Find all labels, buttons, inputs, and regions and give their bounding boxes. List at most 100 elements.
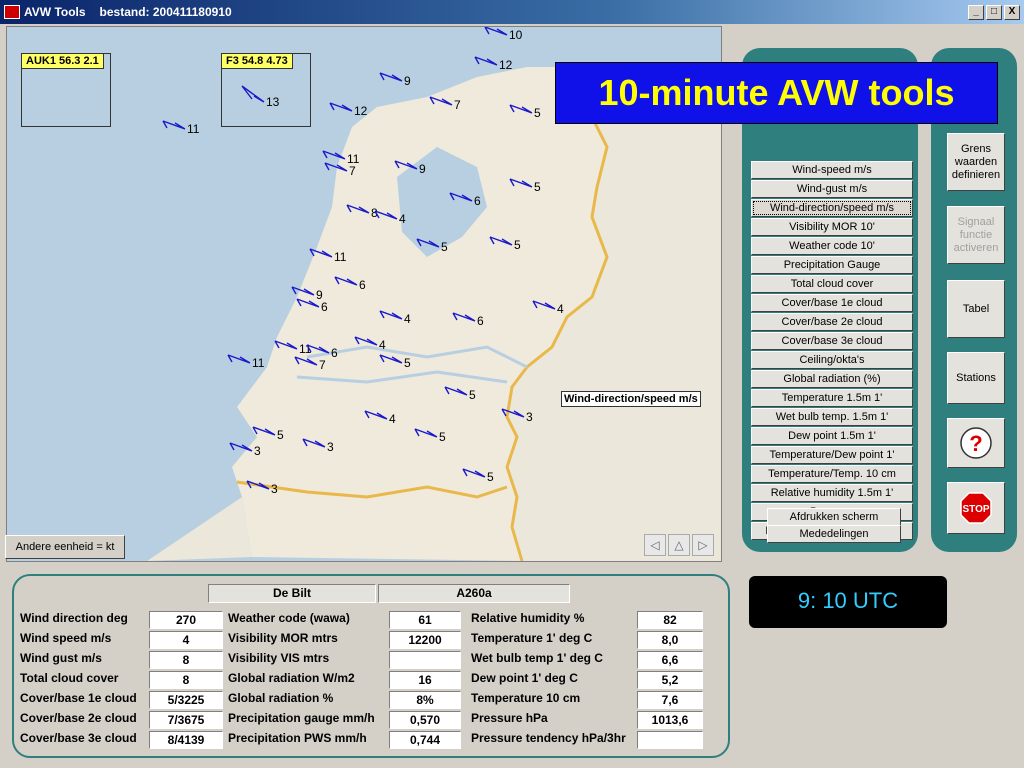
reading-value: 7/3675	[149, 711, 223, 729]
wind-speed-label: 3	[254, 444, 261, 458]
wind-speed-label: 5	[534, 106, 541, 120]
reading-label: Wind gust m/s	[20, 651, 102, 665]
reading-value: 0,570	[389, 711, 461, 729]
wind-speed-label: 9	[404, 74, 411, 88]
wind-speed-label: 10	[509, 28, 523, 42]
wind-speed-label: 6	[321, 300, 328, 314]
stop-button[interactable]: STOP	[947, 482, 1005, 534]
reading-label: Pressure tendency hPa/3hr	[471, 731, 626, 745]
nav-right-button[interactable]: ▷	[692, 534, 714, 556]
parameter-option[interactable]: Visibility MOR 10'	[751, 218, 913, 236]
inset-arrow: 13	[241, 85, 280, 109]
close-button[interactable]: X	[1004, 5, 1020, 20]
parameter-option[interactable]: Cover/base 3e cloud	[751, 332, 913, 350]
wind-speed-label: 4	[399, 212, 406, 226]
wind-speed-label: 6	[474, 194, 481, 208]
reading-label: Precipitation gauge mm/h	[228, 711, 375, 725]
app-title: AVW Tools	[24, 5, 86, 19]
parameter-option[interactable]: Wet bulb temp. 1.5m 1'	[751, 408, 913, 426]
wind-speed-label: 6	[331, 346, 338, 360]
parameter-list: Wind-speed m/s Wind-gust m/s Wind-directio…	[751, 161, 913, 541]
reading-label: Precipitation PWS mm/h	[228, 731, 367, 745]
map-parameter-label: Wind-direction/speed m/s	[561, 391, 701, 407]
wind-speed-label: 11	[334, 250, 347, 264]
map-nav: ◁ △ ▷	[644, 534, 714, 556]
stations-button[interactable]: Stations	[947, 352, 1005, 404]
wind-speed-label: 4	[379, 338, 386, 352]
parameter-option[interactable]: Precipitation Gauge	[751, 256, 913, 274]
stop-icon: STOP	[960, 492, 992, 524]
wind-speed-label: 7	[349, 164, 356, 178]
wind-speed-label: 5	[441, 240, 448, 254]
wind-speed-label: 8	[371, 206, 378, 220]
maximize-button[interactable]: □	[986, 5, 1002, 20]
parameter-option[interactable]: Relative humidity 1.5m 1'	[751, 484, 913, 502]
station-inset-f3: F3 54.8 4.73 13	[221, 53, 311, 127]
parameter-option[interactable]: Global radiation (%)	[751, 370, 913, 388]
nav-left-button[interactable]: ◁	[644, 534, 666, 556]
wind-arrow: 10	[484, 27, 523, 42]
minimize-button[interactable]: _	[968, 5, 984, 20]
reading-label: Wet bulb temp 1' deg C	[471, 651, 603, 665]
wind-speed-label: 5	[439, 430, 446, 444]
wind-arrow: 9	[379, 72, 411, 88]
parameter-option[interactable]: Cover/base 1e cloud	[751, 294, 913, 312]
wind-speed-label: 4	[557, 302, 564, 316]
help-button[interactable]: ?	[947, 418, 1005, 468]
reading-label: Weather code (wawa)	[228, 611, 350, 625]
reading-label: Temperature 10 cm	[471, 691, 581, 705]
wind-arrow: 11	[227, 354, 265, 370]
parameter-option[interactable]: Wind-speed m/s	[751, 161, 913, 179]
station-inset-auk1: AUK1 56.3 2.1	[21, 53, 111, 127]
parameter-option[interactable]: Dew point 1.5m 1'	[751, 427, 913, 445]
wind-speed-label: 5	[277, 428, 284, 442]
reading-value	[637, 731, 703, 749]
wind-speed-label: 11	[187, 122, 200, 136]
parameter-option[interactable]: Temperature/Temp. 10 cm	[751, 465, 913, 483]
signal-function-button[interactable]: Signaal functie activeren	[947, 206, 1005, 264]
parameter-option[interactable]: Total cloud cover	[751, 275, 913, 293]
parameter-option[interactable]: Ceiling/okta's	[751, 351, 913, 369]
reading-label: Visibility VIS mtrs	[228, 651, 330, 665]
reading-value: 12200	[389, 631, 461, 649]
wind-speed-label: 4	[389, 412, 396, 426]
define-limits-button[interactable]: Grens waarden definieren	[947, 133, 1005, 191]
nav-up-button[interactable]: △	[668, 534, 690, 556]
reading-label: Dew point 1' deg C	[471, 671, 578, 685]
wind-speed-label: 3	[271, 482, 278, 496]
reading-value: 1013,6	[637, 711, 703, 729]
reading-label: Visibility MOR mtrs	[228, 631, 338, 645]
reading-value: 8	[149, 651, 223, 669]
land-belgium-south	[147, 497, 252, 561]
reading-value: 61	[389, 611, 461, 629]
reading-label: Total cloud cover	[20, 671, 119, 685]
messages-button[interactable]: Mededelingen	[767, 525, 901, 543]
parameter-option[interactable]: Cover/base 2e cloud	[751, 313, 913, 331]
reading-value	[389, 651, 461, 669]
table-button[interactable]: Tabel	[947, 280, 1005, 338]
wind-speed-label: 5	[404, 356, 411, 370]
wind-speed-label: 6	[359, 278, 366, 292]
parameter-option[interactable]: Temperature/Dew point 1'	[751, 446, 913, 464]
station-name: De Bilt	[208, 584, 376, 603]
reading-value: 270	[149, 611, 223, 629]
stop-label: STOP	[962, 504, 989, 515]
unit-toggle-button[interactable]: Andere eenheid = kt	[5, 535, 125, 559]
parameter-option[interactable]: Weather code 10'	[751, 237, 913, 255]
reading-label: Cover/base 3e cloud	[20, 731, 137, 745]
wind-speed-label: 7	[319, 358, 326, 372]
parameter-option[interactable]: Temperature 1.5m 1'	[751, 389, 913, 407]
wind-speed-label: 12	[354, 104, 368, 118]
parameter-option[interactable]: Wind-gust m/s	[751, 180, 913, 198]
reading-value: 6,6	[637, 651, 703, 669]
title-bar: AVW Tools bestand: 200411180910 _ □ X	[0, 0, 1024, 24]
banner-title: 10-minute AVW tools	[555, 62, 998, 124]
wind-speed-label: 7	[454, 98, 461, 112]
reading-value: 7,6	[637, 691, 703, 709]
reading-value: 82	[637, 611, 703, 629]
wind-speed-label: 5	[469, 388, 476, 402]
app-icon	[4, 5, 20, 19]
reading-value: 5,2	[637, 671, 703, 689]
print-screen-button[interactable]: Afdrukken scherm	[767, 508, 901, 526]
parameter-option[interactable]: Wind-direction/speed m/s	[751, 199, 913, 217]
